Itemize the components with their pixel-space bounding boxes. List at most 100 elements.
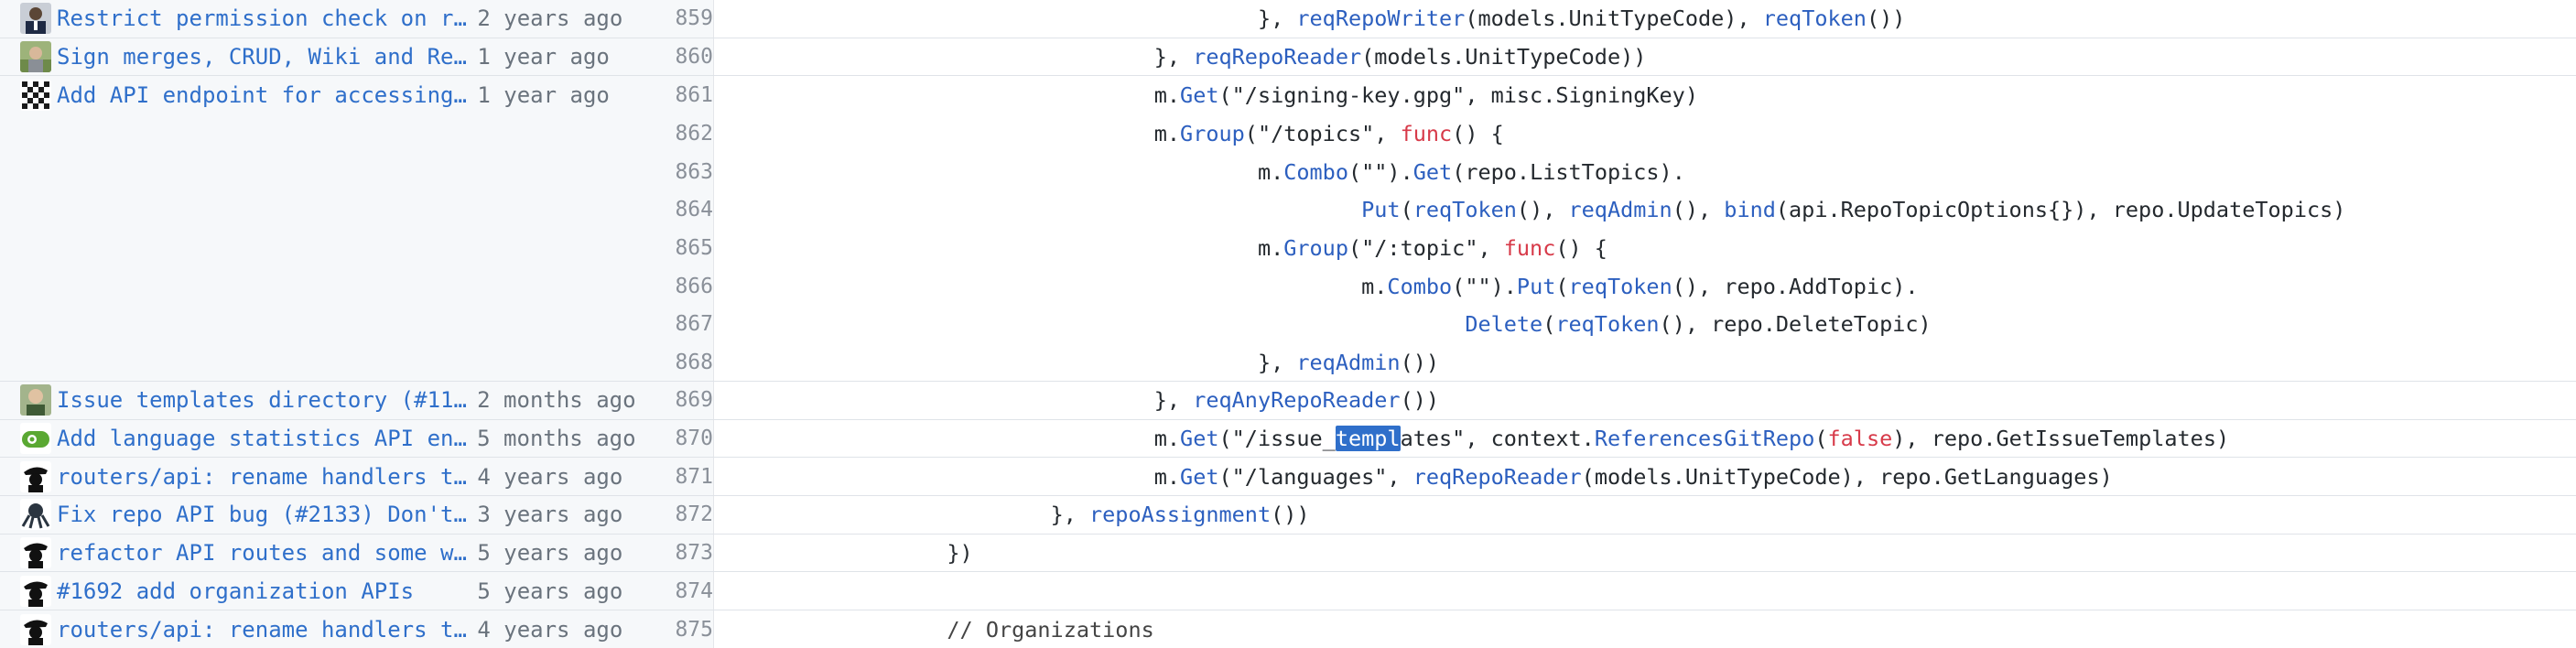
avatar[interactable] bbox=[20, 613, 51, 645]
commit-message-link[interactable]: Add API endpoint for accessing re… bbox=[57, 82, 477, 108]
line-number[interactable]: 872 bbox=[633, 502, 713, 526]
blame-gutter: #1692 add organization APIs 5 years ago … bbox=[0, 572, 714, 610]
selection-highlight[interactable]: templ bbox=[1335, 425, 1401, 451]
code-token: ( bbox=[1400, 197, 1413, 223]
code-func: ReferencesGitRepo bbox=[1594, 425, 1815, 451]
line-number[interactable]: 869 bbox=[633, 388, 713, 412]
code-func: Put bbox=[1516, 273, 1556, 299]
avatar[interactable] bbox=[20, 575, 51, 607]
avatar[interactable] bbox=[20, 536, 51, 568]
code-token: m. bbox=[1153, 425, 1181, 451]
code-token: }, bbox=[1153, 387, 1194, 414]
code-token: (models.UnitTypeCode), repo.GetLanguages… bbox=[1581, 463, 2113, 490]
line-number[interactable]: 861 bbox=[633, 83, 713, 107]
code-token: ()) bbox=[1400, 349, 1440, 375]
line-number[interactable]: 862 bbox=[633, 122, 713, 146]
blame-row: 866 m. Combo (""). Put(reqToken (), repo.Add… bbox=[0, 266, 2576, 306]
code-token: (repo.ListTopics). bbox=[1452, 158, 1685, 185]
blame-row: refactor API routes and some wor… 5 year… bbox=[0, 534, 2576, 573]
code-token: () { bbox=[1452, 120, 1504, 146]
code-line: }, reqRepoReader (models.UnitTypeCode)) bbox=[714, 38, 2576, 76]
avatar-placeholder bbox=[20, 157, 51, 188]
code-func: Get bbox=[1180, 425, 1219, 451]
blame-row: 868 }, reqAdmin()) bbox=[0, 343, 2576, 382]
code-line: Put(reqToken (), reqAdmin (), bind (api.Rep… bbox=[714, 190, 2576, 229]
commit-message-link[interactable]: refactor API routes and some wor… bbox=[57, 540, 477, 566]
line-number[interactable]: 873 bbox=[633, 541, 713, 565]
code-keyword: func bbox=[1400, 120, 1453, 146]
avatar[interactable] bbox=[20, 80, 51, 112]
blame-row: Issue templates directory (#114… 2 month… bbox=[0, 381, 2576, 420]
line-number[interactable]: 860 bbox=[633, 45, 713, 69]
line-number[interactable]: 874 bbox=[633, 579, 713, 603]
commit-message-link[interactable]: Fix repo API bug (#2133) Don't r… bbox=[57, 502, 477, 527]
blame-row: Add API endpoint for accessing re… 1 yea… bbox=[0, 76, 2576, 115]
avatar[interactable] bbox=[20, 422, 51, 454]
blame-row: Sign merges, CRUD, Wiki and Repos… 1 yea… bbox=[0, 38, 2576, 77]
commit-message-link[interactable]: Add language statistics API end… bbox=[57, 426, 477, 451]
line-number[interactable]: 864 bbox=[633, 198, 713, 221]
code-token: ("/signing-key.gpg", misc.SigningKey) bbox=[1218, 82, 1698, 109]
code-func: reqRepoReader bbox=[1193, 44, 1362, 70]
line-number[interactable]: 871 bbox=[633, 465, 713, 489]
code-func: reqAdmin bbox=[1296, 349, 1401, 375]
code-func: repoAssignment bbox=[1089, 502, 1272, 528]
commit-message-link[interactable]: routers/api: rename handlers to … bbox=[57, 464, 477, 490]
commit-message-link[interactable]: #1692 add organization APIs bbox=[57, 578, 477, 604]
avatar[interactable] bbox=[20, 499, 51, 531]
commit-age: 1 year ago bbox=[477, 44, 610, 70]
code-line: }) bbox=[714, 535, 2576, 572]
code-token: ates", context. bbox=[1400, 425, 1595, 451]
code-func: Group bbox=[1180, 120, 1245, 146]
avatar[interactable] bbox=[20, 41, 51, 73]
commit-age: 4 years ago bbox=[477, 616, 623, 643]
line-number[interactable]: 863 bbox=[633, 160, 713, 184]
line-number[interactable]: 866 bbox=[633, 275, 713, 298]
code-func: reqRepoReader bbox=[1412, 463, 1582, 490]
code-line: }, reqRepoWriter (models.UnitTypeCode), r… bbox=[714, 0, 2576, 38]
blame-gutter: 865 bbox=[0, 229, 714, 267]
blame-gutter: Add language statistics API end… 5 month… bbox=[0, 419, 714, 458]
code-token: m. bbox=[1361, 273, 1388, 299]
blame-gutter: Add API endpoint for accessing re… 1 yea… bbox=[0, 76, 714, 115]
commit-age: 5 months ago bbox=[477, 425, 636, 451]
code-func: Delete bbox=[1465, 311, 1543, 338]
line-number[interactable]: 870 bbox=[633, 427, 713, 450]
line-number[interactable]: 865 bbox=[633, 236, 713, 260]
code-func: reqAdmin bbox=[1568, 197, 1672, 223]
blame-gutter: refactor API routes and some wor… 5 year… bbox=[0, 534, 714, 572]
avatar[interactable] bbox=[20, 384, 51, 416]
line-number[interactable]: 859 bbox=[633, 6, 713, 30]
line-number[interactable]: 875 bbox=[633, 618, 713, 642]
code-token: (""). bbox=[1348, 158, 1413, 185]
avatar[interactable] bbox=[20, 460, 51, 492]
commit-message-link[interactable]: Restrict permission check on rep… bbox=[57, 5, 477, 31]
blame-row: 864 Put(reqToken (), reqAdmin (), bind (api… bbox=[0, 190, 2576, 230]
commit-age: 5 years ago bbox=[477, 578, 623, 604]
blame-view: Restrict permission check on rep… 2 year… bbox=[0, 0, 2576, 648]
code-line: Delete(reqToken (), repo.DeleteTopic) bbox=[714, 306, 2576, 344]
avatar[interactable] bbox=[20, 3, 51, 35]
line-number[interactable]: 867 bbox=[633, 312, 713, 336]
code-func: reqToken bbox=[1412, 197, 1517, 223]
commit-age: 2 years ago bbox=[477, 5, 623, 32]
code-keyword: false bbox=[1827, 425, 1893, 451]
code-token: (""). bbox=[1452, 273, 1517, 299]
code-func: reqToken bbox=[1762, 5, 1867, 32]
code-token: ("/topics", bbox=[1244, 120, 1401, 146]
blame-gutter: 862 bbox=[0, 114, 714, 153]
commit-message-link[interactable]: Sign merges, CRUD, Wiki and Repos… bbox=[57, 44, 477, 70]
commit-message-link[interactable]: routers/api: rename handlers to … bbox=[57, 617, 477, 643]
code-token: ("/:topic", bbox=[1348, 234, 1504, 261]
commit-message-link[interactable]: Issue templates directory (#114… bbox=[57, 387, 477, 413]
commit-age: 3 years ago bbox=[477, 502, 623, 528]
blame-gutter: Issue templates directory (#114… 2 month… bbox=[0, 381, 714, 419]
code-token: ()) bbox=[1400, 387, 1440, 414]
line-number[interactable]: 868 bbox=[633, 351, 713, 374]
